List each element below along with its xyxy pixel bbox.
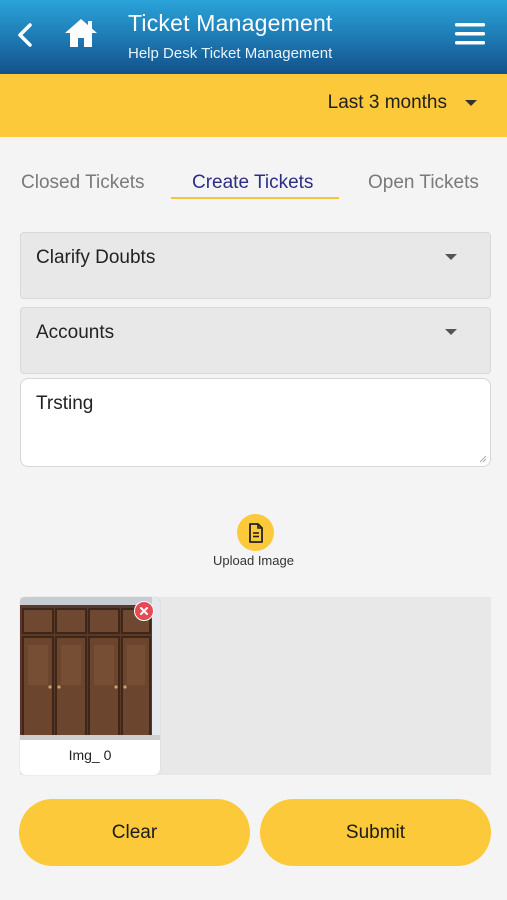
attachment-caption: Img_ 0 (68, 747, 112, 763)
resize-grip-icon[interactable] (479, 455, 487, 463)
back-button[interactable] (10, 18, 40, 52)
home-button[interactable] (60, 12, 102, 54)
date-range-select[interactable]: Last 3 months (328, 92, 477, 114)
date-range-value: Last 3 months (327, 92, 447, 113)
remove-attachment-button[interactable] (134, 601, 154, 621)
attachment-card[interactable]: Img_ 0 (20, 597, 160, 775)
description-value: Trsting (36, 393, 94, 414)
tab-closed-tickets[interactable]: Closed Tickets (21, 172, 145, 194)
attachments-area: Img_ 0 (20, 597, 491, 775)
menu-button[interactable] (453, 20, 487, 48)
category-select[interactable]: Clarify Doubts (20, 232, 491, 299)
page-subtitle: Help Desk Ticket Management (128, 45, 333, 62)
chevron-left-icon (18, 23, 32, 47)
upload-image-button[interactable] (237, 514, 274, 551)
close-icon (140, 607, 148, 615)
clear-button[interactable]: Clear (19, 799, 250, 866)
department-value: Accounts (36, 322, 115, 343)
home-icon (65, 19, 97, 47)
upload-image-label: Upload Image (213, 553, 294, 568)
tab-open-tickets[interactable]: Open Tickets (368, 172, 479, 194)
tab-create-tickets[interactable]: Create Tickets (192, 172, 313, 194)
hamburger-menu-icon (455, 23, 485, 45)
caret-down-icon (465, 100, 477, 106)
active-tab-indicator (171, 197, 339, 199)
caret-down-icon (445, 329, 457, 335)
page-title: Ticket Management (128, 10, 333, 36)
app-header: Ticket Management Help Desk Ticket Manag… (0, 0, 507, 74)
submit-button[interactable]: Submit (260, 799, 491, 866)
category-value: Clarify Doubts (36, 247, 156, 268)
date-filter-bar: Last 3 months (0, 74, 507, 137)
document-icon (248, 522, 263, 543)
department-select[interactable]: Accounts (20, 307, 491, 374)
caret-down-icon (445, 254, 457, 260)
description-textarea[interactable]: Trsting (20, 378, 491, 467)
